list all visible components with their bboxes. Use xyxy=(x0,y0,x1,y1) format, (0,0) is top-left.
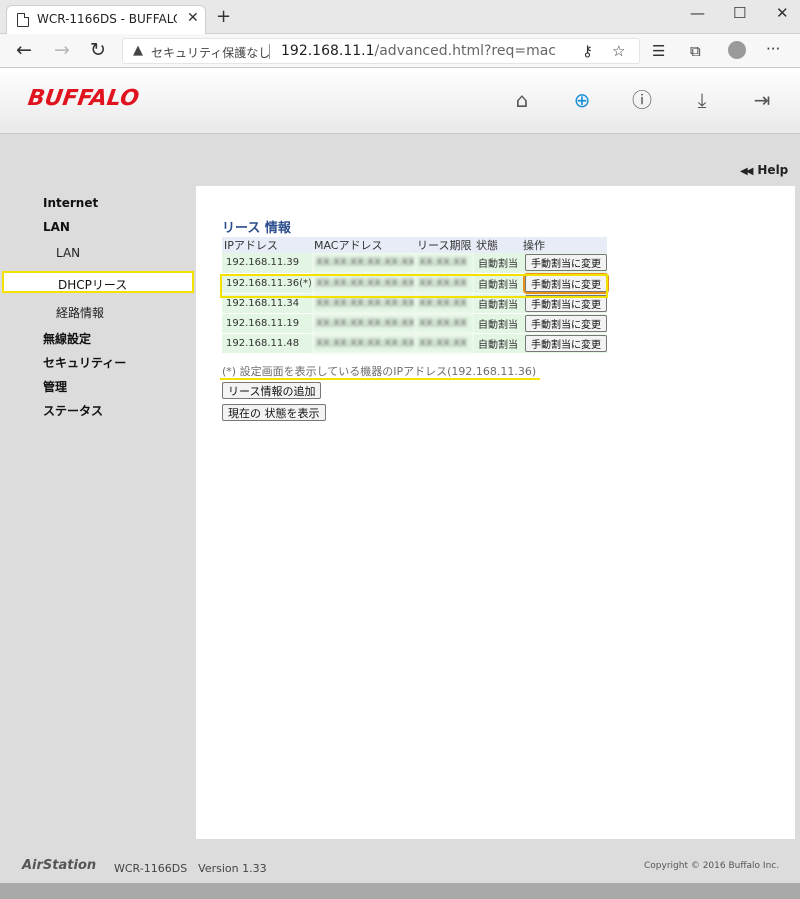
cell-mac: XX:XX:XX:XX:XX:XX xyxy=(311,332,416,353)
cell-state: 自動割当 xyxy=(473,292,521,313)
browser-tabbar: WCR-1166DS - BUFFALO AirStation ✕ + — ☐ … xyxy=(0,0,800,34)
cell-ip: 192.168.11.48 xyxy=(222,332,312,353)
cell-ip: 192.168.11.39 xyxy=(222,253,312,273)
sidebar-item-admin[interactable]: 管理 xyxy=(43,378,67,395)
col-state: 状態 xyxy=(473,237,521,253)
cell-action: 手動割当に変更 xyxy=(521,312,607,333)
cell-action: 手動割当に変更 xyxy=(521,292,607,313)
cell-expire: XX:XX:XX xyxy=(415,272,474,293)
cell-ip: 192.168.11.34 xyxy=(222,292,312,313)
cell-mac: XX:XX:XX:XX:XX:XX xyxy=(311,253,416,273)
cell-action: 手動割当に変更 xyxy=(521,272,609,294)
ip-footnote: (*) 設定画面を表示している機器のIPアドレス(192.168.11.36) xyxy=(222,365,537,378)
cell-ip: 192.168.11.19 xyxy=(222,312,312,333)
main-panel: リース 情報 IPアドレス MACアドレス リース期限 状態 操作 192.16… xyxy=(196,186,795,839)
col-mac: MACアドレス xyxy=(311,237,416,253)
globe-icon[interactable]: ⊕ xyxy=(570,88,594,112)
manual-assign-button-highlighted[interactable]: 手動割当に変更 xyxy=(523,272,609,294)
url-input[interactable]: ▲ セキュリティ保護なし 192.168.11.1/advanced.html?… xyxy=(122,38,640,64)
maximize-icon[interactable]: ☐ xyxy=(733,4,746,22)
logout-icon[interactable]: ⇥ xyxy=(750,88,774,112)
sidebar-item-wireless[interactable]: 無線設定 xyxy=(43,330,91,347)
info-icon[interactable]: ⓘ xyxy=(630,88,654,112)
url-text: 192.168.11.1/advanced.html?req=mac xyxy=(281,43,556,59)
sidebar-item-internet[interactable]: Internet xyxy=(43,196,98,210)
sidebar-subitem-route[interactable]: 経路情報 xyxy=(56,304,104,321)
manual-assign-button[interactable]: 手動割当に変更 xyxy=(525,254,607,272)
sidebar-item-security[interactable]: セキュリティー xyxy=(43,354,126,371)
table-header-row: IPアドレス MACアドレス リース期限 状態 操作 xyxy=(222,237,607,253)
back-arrows-icon: ◀◀ xyxy=(740,166,753,177)
cell-state: 自動割当 xyxy=(473,253,521,273)
new-tab-icon[interactable]: + xyxy=(216,6,231,27)
reload-icon[interactable]: ↻ xyxy=(90,39,106,61)
collections-icon[interactable]: ⧉ xyxy=(690,42,701,60)
browser-tab[interactable]: WCR-1166DS - BUFFALO AirStation ✕ xyxy=(6,5,206,34)
table-row: 192.168.11.34 XX:XX:XX:XX:XX:XX XX:XX:XX… xyxy=(222,292,607,313)
more-icon[interactable]: ··· xyxy=(766,40,780,58)
cell-mac: XX:XX:XX:XX:XX:XX xyxy=(311,272,416,293)
cell-state: 自動割当 xyxy=(473,312,521,333)
sidebar-item-status[interactable]: ステータス xyxy=(43,402,103,419)
table-row: 192.168.11.48 XX:XX:XX:XX:XX:XX XX:XX:XX… xyxy=(222,332,607,353)
buffalo-logo: BUFFALO xyxy=(26,86,141,111)
manual-assign-button[interactable]: 手動割当に変更 xyxy=(525,334,607,352)
browser-address-bar: ← → ↻ ▲ セキュリティ保護なし 192.168.11.1/advanced… xyxy=(0,34,800,68)
add-lease-button[interactable]: リース情報の追加 xyxy=(222,382,322,399)
show-status-button[interactable]: 現在の 状態を表示 xyxy=(222,404,326,421)
lease-table: IPアドレス MACアドレス リース期限 状態 操作 192.168.11.39… xyxy=(222,237,609,353)
key-icon[interactable]: ⚷ xyxy=(582,42,593,60)
manual-assign-button[interactable]: 手動割当に変更 xyxy=(525,294,607,312)
warning-icon: ▲ xyxy=(133,43,143,58)
sidebar-subitem-dhcp-lease[interactable]: DHCPリース xyxy=(2,271,194,293)
cell-expire: XX:XX:XX xyxy=(415,292,474,313)
cell-mac: XX:XX:XX:XX:XX:XX xyxy=(311,312,416,333)
window-bottom-border xyxy=(0,883,800,899)
security-status[interactable]: セキュリティ保護なし xyxy=(151,44,270,61)
col-action: 操作 xyxy=(521,237,607,253)
footer: AirStation WCR-1166DS Version 1.33 Copyr… xyxy=(0,850,800,883)
cell-mac: XX:XX:XX:XX:XX:XX xyxy=(311,292,416,313)
tab-close-icon[interactable]: ✕ xyxy=(187,10,199,26)
cell-action: 手動割当に変更 xyxy=(521,332,607,353)
col-ip: IPアドレス xyxy=(222,237,312,253)
sidebar-subitem-lan[interactable]: LAN xyxy=(56,246,80,260)
table-row: 192.168.11.39 XX:XX:XX:XX:XX:XX XX:XX:XX… xyxy=(222,253,607,273)
sidebar-item-lan[interactable]: LAN xyxy=(43,220,70,234)
manual-assign-button[interactable]: 手動割当に変更 xyxy=(525,314,607,332)
table-row-current-device: 192.168.11.36(*) XX:XX:XX:XX:XX:XX XX:XX… xyxy=(222,272,609,294)
minimize-icon[interactable]: — xyxy=(690,4,705,22)
copyright: Copyright © 2016 Buffalo Inc. xyxy=(644,861,780,871)
cell-state: 自動割当 xyxy=(473,272,521,293)
cell-action: 手動割当に変更 xyxy=(521,253,607,273)
app-header: BUFFALO ⌂ ⊕ ⓘ ⤓ ⇥ xyxy=(0,68,800,134)
star-icon[interactable]: ☆ xyxy=(612,42,625,60)
home-icon[interactable]: ⌂ xyxy=(510,88,534,112)
col-expire: リース期限 xyxy=(415,237,474,253)
back-icon[interactable]: ← xyxy=(16,39,32,61)
favorites-icon[interactable]: ☰ xyxy=(652,42,665,60)
forward-icon[interactable]: → xyxy=(54,39,70,61)
cell-ip: 192.168.11.36(*) xyxy=(222,272,312,293)
airstation-logo: AirStation xyxy=(22,858,97,873)
footnote-highlight xyxy=(220,378,540,380)
sidebar-subitem-dhcp-label: DHCPリース xyxy=(58,278,128,292)
cell-expire: XX:XX:XX xyxy=(415,312,474,333)
page-icon xyxy=(17,13,29,27)
profile-icon[interactable] xyxy=(728,41,746,59)
table-row: 192.168.11.19 XX:XX:XX:XX:XX:XX XX:XX:XX… xyxy=(222,312,607,333)
tab-title: WCR-1166DS - BUFFALO AirStation xyxy=(37,12,177,26)
model-version: WCR-1166DS Version 1.33 xyxy=(114,862,267,875)
download-icon[interactable]: ⤓ xyxy=(690,88,714,112)
cell-expire: XX:XX:XX xyxy=(415,332,474,353)
help-link[interactable]: ◀◀ Help xyxy=(740,163,788,177)
section-title: リース 情報 xyxy=(222,221,291,236)
cell-state: 自動割当 xyxy=(473,332,521,353)
url-divider xyxy=(269,44,270,59)
close-window-icon[interactable]: ✕ xyxy=(776,4,789,22)
cell-expire: XX:XX:XX xyxy=(415,253,474,273)
